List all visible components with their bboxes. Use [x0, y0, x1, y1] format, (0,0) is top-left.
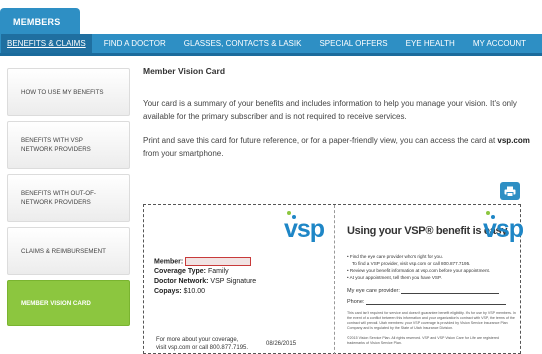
- print-button[interactable]: [500, 182, 520, 200]
- sidebar-item-member-vision-card[interactable]: MEMBER VISION CARD: [7, 280, 130, 326]
- network-line: Doctor Network: VSP Signature: [154, 277, 256, 287]
- coverage-value: Family: [207, 268, 229, 276]
- vsp-link[interactable]: vsp.com: [497, 136, 529, 145]
- phone-field-line: [365, 299, 506, 305]
- sidebar-item-label: CLAIMS & REIMBURSEMENT: [21, 247, 106, 255]
- list-item: • At your appointment, tell them you hav…: [347, 275, 442, 280]
- redacted-member-name: [185, 257, 252, 266]
- card-date: 08/26/2015: [266, 341, 297, 347]
- intro-paragraph: Your card is a summary of your benefits …: [143, 99, 517, 121]
- nav-my-account[interactable]: MY ACCOUNT: [473, 39, 526, 48]
- coverage-label: Coverage Type:: [154, 268, 206, 276]
- sidebar-item-label: MEMBER VISION CARD: [21, 299, 91, 307]
- nav-benefits-claims[interactable]: BENEFITS & CLAIMS: [1, 34, 92, 53]
- main-content: Member Vision Card Your card is a summar…: [143, 66, 538, 171]
- list-item: • Review your benefit information at vsp…: [347, 268, 491, 273]
- list-item: • Find the eye care provider who's right…: [347, 254, 443, 259]
- nav-eye-health[interactable]: EYE HEALTH: [406, 39, 455, 48]
- vsp-logo-text: vsp: [284, 215, 325, 243]
- print-paragraph-text: Print and save this card for future refe…: [143, 136, 498, 145]
- copays-value: $10.00: [183, 288, 205, 296]
- nav-glasses-contacts-lasik[interactable]: GLASSES, CONTACTS & LASIK: [184, 39, 302, 48]
- footer-line-2: visit vsp.com or call 800.877.7195.: [156, 345, 249, 351]
- member-label: Member:: [154, 258, 184, 266]
- vsp-logo-text: vsp: [483, 215, 524, 243]
- phone-field-label: Phone:: [347, 299, 365, 305]
- sidebar-item-claims[interactable]: CLAIMS & REIMBURSEMENT: [7, 227, 130, 275]
- main-nav: BENEFITS & CLAIMS FIND A DOCTOR GLASSES,…: [0, 34, 542, 53]
- list-item: To find a VSP provider, visit vsp.com or…: [352, 261, 471, 266]
- members-tab[interactable]: MEMBERS: [0, 8, 80, 34]
- coverage-line: Coverage Type: Family: [154, 267, 256, 277]
- card-front: vsp Member: Coverage Type: Family Doctor…: [144, 205, 334, 354]
- nav-find-a-doctor[interactable]: FIND A DOCTOR: [104, 39, 166, 48]
- sidebar: HOW TO USE MY BENEFITS BENEFITS WITH VSP…: [7, 68, 130, 331]
- nav-special-offers[interactable]: SPECIAL OFFERS: [319, 39, 387, 48]
- sidebar-item-vsp-network[interactable]: BENEFITS WITH VSP NETWORK PROVIDERS: [7, 121, 130, 169]
- copyright: ©2015 Vision Service Plan. All rights re…: [347, 336, 500, 345]
- copays-line: Copays: $10.00: [154, 287, 256, 297]
- footer-line-1: For more about your coverage,: [156, 337, 239, 343]
- card-back: Using your VSP® benefit is easy. vsp • F…: [334, 205, 524, 354]
- provider-field: My eye care provider:: [347, 288, 515, 294]
- fine-print: This card isn't required for service and…: [347, 311, 516, 330]
- print-paragraph-suffix: from your smartphone.: [143, 149, 224, 158]
- sidebar-item-label: HOW TO USE MY BENEFITS: [21, 88, 104, 96]
- sidebar-item-label: BENEFITS WITH VSP NETWORK PROVIDERS: [21, 137, 91, 153]
- member-details: Member: Coverage Type: Family Doctor Net…: [154, 257, 256, 297]
- provider-field-label: My eye care provider:: [347, 288, 400, 294]
- member-vision-card: vsp Member: Coverage Type: Family Doctor…: [143, 204, 524, 354]
- nav-divider: [0, 53, 542, 56]
- sidebar-item-label: BENEFITS WITH OUT-OF-NETWORK PROVIDERS: [21, 190, 96, 206]
- sidebar-item-out-of-network[interactable]: BENEFITS WITH OUT-OF-NETWORK PROVIDERS: [7, 174, 130, 222]
- page-title: Member Vision Card: [143, 66, 226, 76]
- phone-field: Phone:: [347, 299, 515, 305]
- provider-field-line: [401, 288, 500, 294]
- sidebar-item-how-to-use[interactable]: HOW TO USE MY BENEFITS: [7, 68, 130, 116]
- network-label: Doctor Network:: [154, 278, 209, 286]
- copays-label: Copays:: [154, 288, 182, 296]
- printer-icon: [504, 186, 516, 197]
- network-value: VSP Signature: [210, 278, 257, 286]
- print-paragraph: Print and save this card for future refe…: [143, 134, 538, 160]
- member-line: Member:: [154, 257, 256, 267]
- instructions-list: • Find the eye care provider who's right…: [347, 253, 519, 281]
- card-footer: For more about your coverage, visit vsp.…: [156, 336, 248, 352]
- top-tab-bar: MEMBERS: [0, 0, 542, 34]
